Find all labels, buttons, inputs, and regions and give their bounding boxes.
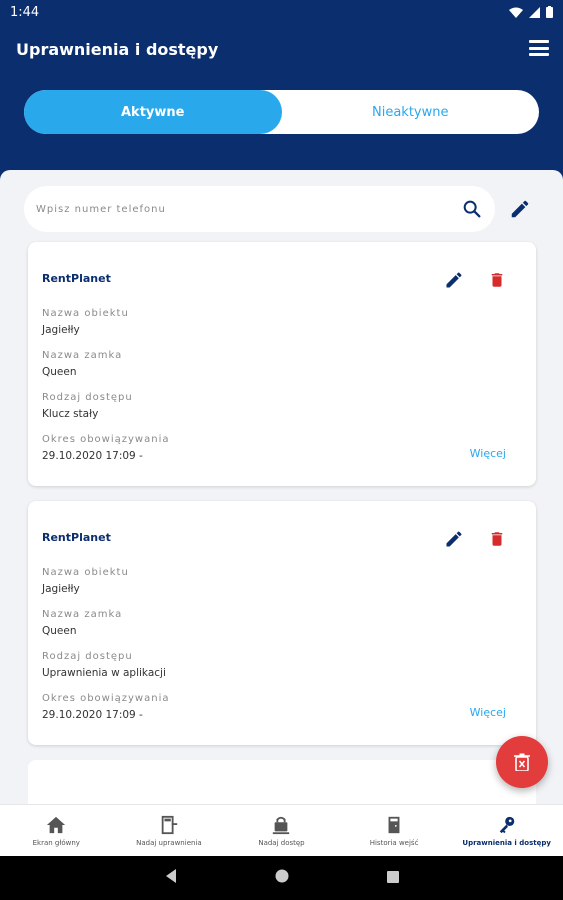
field-value: Jagiełły xyxy=(42,324,80,336)
edit-icon[interactable] xyxy=(444,529,464,549)
door-icon xyxy=(161,815,178,834)
field-label: Nazwa zamka xyxy=(42,350,123,361)
menu-icon-line xyxy=(529,46,549,50)
access-card-partial xyxy=(28,760,536,804)
access-card: RentPlanet Nazwa obiektu Jagiełły Nazwa … xyxy=(28,242,536,486)
key-icon xyxy=(499,816,514,833)
field-label: Nazwa obiektu xyxy=(42,308,129,319)
menu-icon-line xyxy=(529,53,549,56)
home-circle-icon[interactable] xyxy=(274,868,290,888)
edit-icon[interactable] xyxy=(444,270,464,290)
field-label: Rodzaj dostępu xyxy=(42,651,133,662)
field-label: Nazwa obiektu xyxy=(42,567,129,578)
nav-item-grant-access[interactable]: Nadaj dostęp xyxy=(225,805,338,856)
delete-all-button[interactable] xyxy=(496,736,548,788)
edit-icon[interactable] xyxy=(509,198,531,220)
content-area: RentPlanet Nazwa obiektu Jagiełły Nazwa … xyxy=(0,170,563,804)
status-bar: 1:44 xyxy=(0,0,563,24)
delete-icon[interactable] xyxy=(488,529,506,549)
bottom-nav: Ekran główny Nadaj uprawnienia Nadaj dos… xyxy=(0,804,563,856)
nav-item-home[interactable]: Ekran główny xyxy=(0,805,113,856)
back-icon[interactable] xyxy=(164,868,178,888)
app-header: Uprawnienia i dostępy Aktywne Nieaktywne xyxy=(0,24,563,184)
nav-label: Nadaj dostęp xyxy=(258,838,305,847)
nav-label: Nadaj uprawnienia xyxy=(136,838,202,847)
field-label: Okres obowiązywania xyxy=(42,434,170,445)
menu-button[interactable] xyxy=(529,40,549,56)
access-card: RentPlanet Nazwa obiektu Jagiełły Nazwa … xyxy=(28,501,536,745)
search-input[interactable] xyxy=(36,203,461,215)
lock-keypad-icon xyxy=(273,816,290,834)
recents-icon[interactable] xyxy=(386,869,400,888)
field-value: Queen xyxy=(42,625,77,637)
page-title: Uprawnienia i dostępy xyxy=(16,40,219,59)
signal-icon xyxy=(529,6,540,18)
menu-icon-line xyxy=(529,40,549,43)
search-row xyxy=(24,186,539,232)
field-value: Jagiełły xyxy=(42,583,80,595)
status-toggle: Aktywne Nieaktywne xyxy=(24,90,539,134)
field-label: Rodzaj dostępu xyxy=(42,392,133,403)
delete-icon xyxy=(514,753,530,771)
battery-icon xyxy=(546,6,553,18)
home-icon xyxy=(47,816,66,833)
tab-inactive[interactable]: Nieaktywne xyxy=(282,90,540,134)
status-time: 1:44 xyxy=(10,4,40,20)
search-box xyxy=(24,186,495,232)
field-value: 29.10.2020 17:09 - xyxy=(42,709,143,721)
field-label: Nazwa zamka xyxy=(42,609,123,620)
field-value: Uprawnienia w aplikacji xyxy=(42,667,166,679)
nav-label: Historia wejść xyxy=(369,838,419,847)
history-icon xyxy=(388,816,400,833)
delete-icon[interactable] xyxy=(488,270,506,290)
field-value: Queen xyxy=(42,366,77,378)
card-title: RentPlanet xyxy=(42,272,111,285)
nav-item-grant-permissions[interactable]: Nadaj uprawnienia xyxy=(113,805,226,856)
nav-label: Ekran główny xyxy=(32,838,80,847)
tab-active[interactable]: Aktywne xyxy=(24,90,282,134)
system-nav-bar xyxy=(0,856,563,900)
more-link[interactable]: Więcej xyxy=(470,706,506,719)
nav-item-entry-history[interactable]: Historia wejść xyxy=(338,805,451,856)
nav-item-permissions-access[interactable]: Uprawnienia i dostępy xyxy=(450,805,563,856)
field-value: Klucz stały xyxy=(42,408,99,420)
wifi-icon xyxy=(509,7,523,18)
field-label: Okres obowiązywania xyxy=(42,693,170,704)
status-icons xyxy=(509,6,553,18)
field-value: 29.10.2020 17:09 - xyxy=(42,450,143,462)
more-link[interactable]: Więcej xyxy=(470,447,506,460)
search-icon[interactable] xyxy=(461,198,483,220)
nav-label: Uprawnienia i dostępy xyxy=(462,838,551,847)
card-title: RentPlanet xyxy=(42,531,111,544)
